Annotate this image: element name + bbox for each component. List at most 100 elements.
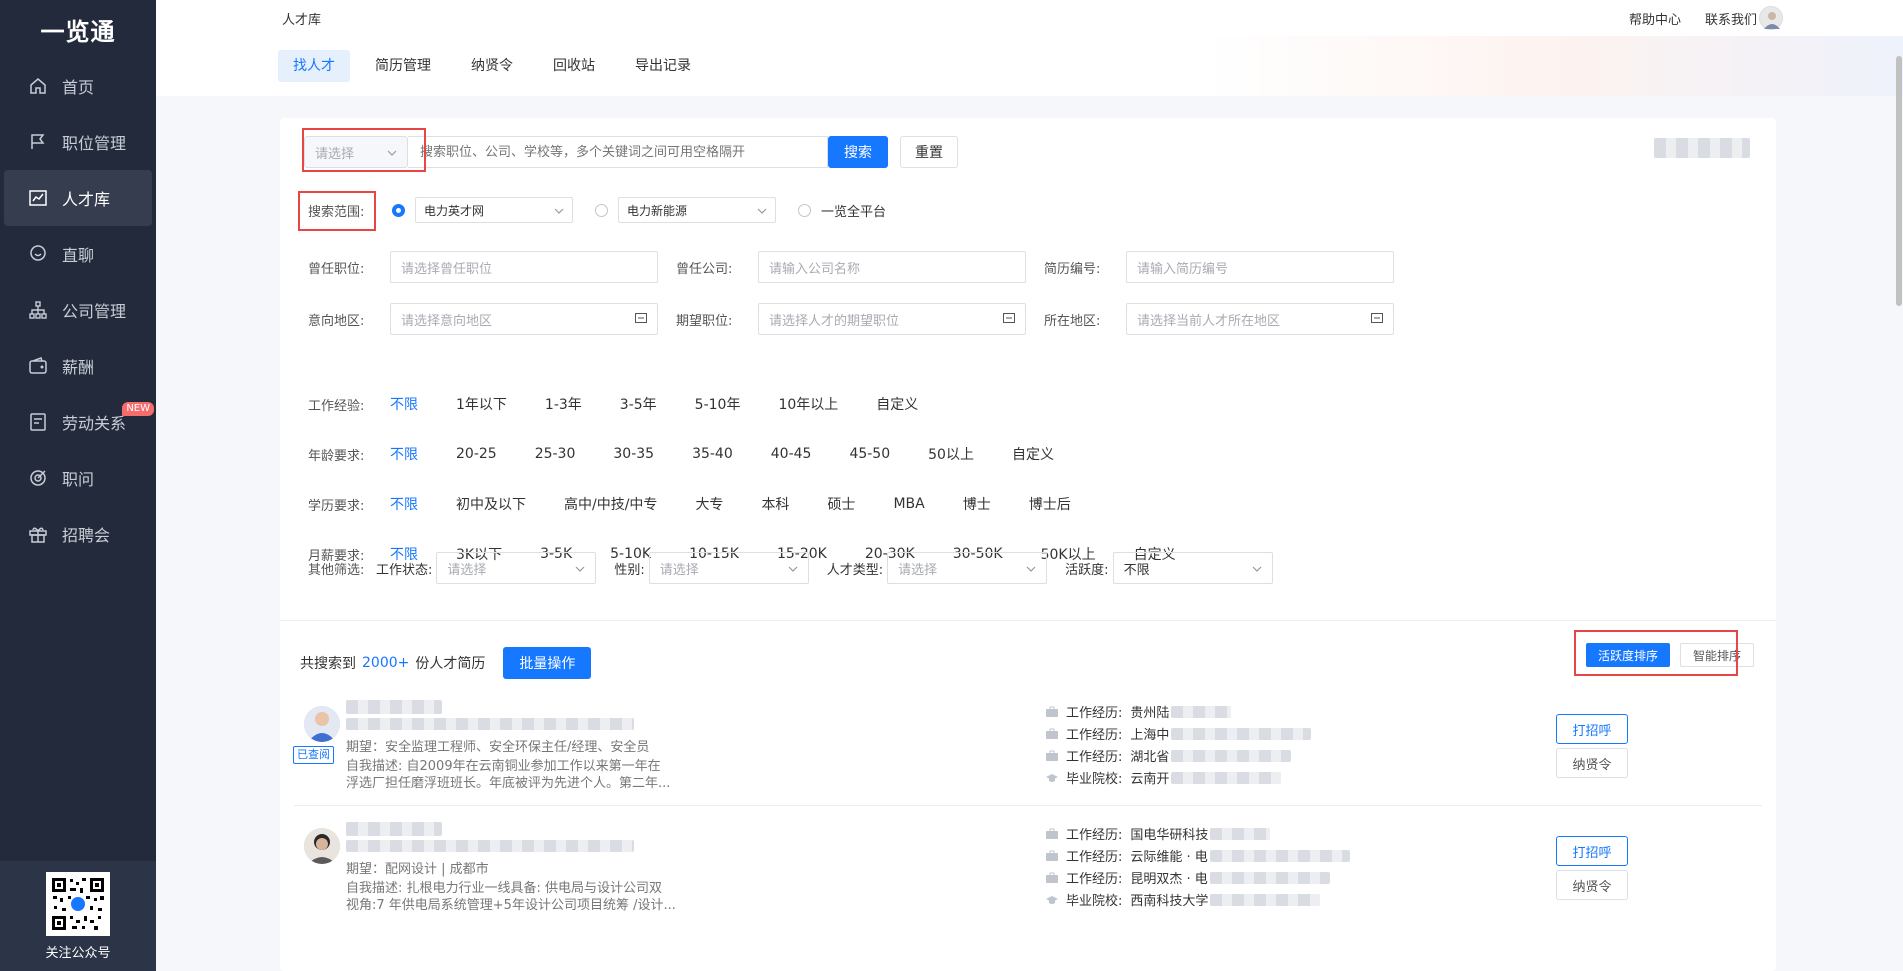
radio-dot[interactable] (392, 203, 405, 217)
page-scrollbar[interactable] (1895, 36, 1903, 971)
other-filter-select[interactable]: 请选择 (887, 552, 1048, 584)
tab-3[interactable]: 回收站 (538, 50, 610, 82)
sidebar-item-6[interactable]: 劳动关系 NEW (0, 394, 156, 450)
user-avatar[interactable] (1759, 6, 1783, 30)
filter-option[interactable]: 初中及以下 (456, 494, 526, 514)
help-center-link[interactable]: 帮助中心 (1629, 9, 1681, 28)
scope-site-select[interactable]: 电力英才网 (415, 197, 573, 223)
sidebar-item-1[interactable]: 职位管理 (0, 114, 156, 170)
blurred-detail (1210, 827, 1271, 840)
greet-button[interactable]: 打招呼 (1556, 836, 1628, 866)
field-placeholder: 请选择曾任职位 (401, 261, 493, 277)
invite-button[interactable]: 纳贤令 (1556, 870, 1628, 900)
candidate-avatar[interactable] (304, 706, 340, 742)
filter-option[interactable]: 25-30 (535, 446, 576, 462)
other-filter-select[interactable]: 不限 (1112, 552, 1273, 584)
page-title: 人才库 (282, 12, 322, 28)
viewed-badge: 已查阅 (293, 746, 334, 764)
filter-option[interactable]: 10年以上 (778, 394, 838, 414)
field-fields_row1-1: 曾任公司: 请输入公司名称 (676, 251, 1026, 283)
filter-option[interactable]: 50以上 (928, 444, 974, 464)
filter-option[interactable]: 自定义 (1012, 444, 1054, 464)
sidebar-item-5[interactable]: 薪酬 (0, 338, 156, 394)
filter-option[interactable]: 35-40 (692, 446, 733, 462)
filter-option[interactable]: 20-25 (456, 446, 497, 462)
chevron-down-icon (1026, 561, 1036, 576)
scope-site-select[interactable]: 电力新能源 (618, 197, 776, 223)
batch-operate-button[interactable]: 批量操作 (503, 647, 592, 679)
exp-key: 工作经历: (1066, 872, 1123, 887)
tab-2[interactable]: 纳贤令 (456, 50, 528, 82)
field-label: 曾任公司: (676, 261, 733, 277)
filter-option[interactable]: 3-5年 (620, 394, 657, 414)
filter-option[interactable]: 1-3年 (545, 394, 582, 414)
scope-radio-1[interactable]: 电力新能源 (595, 197, 776, 223)
results-count: 2000+ (362, 655, 410, 671)
wallet-icon (26, 354, 50, 378)
filter-option[interactable]: 不限 (390, 444, 418, 464)
exp-value: 云际维能 · 电 (1130, 850, 1208, 865)
scope-radio-0[interactable]: 电力英才网 (392, 197, 573, 223)
radio-dot[interactable] (595, 203, 608, 217)
field-input[interactable]: 请选择意向地区 (390, 303, 658, 335)
candidate-avatar[interactable] (304, 828, 340, 864)
other-filter-select[interactable]: 请选择 (648, 552, 809, 584)
blurred-detail (1171, 727, 1312, 740)
scope-radio-2[interactable]: 一览全平台 (798, 201, 886, 220)
field-input[interactable]: 请选择人才的期望职位 (758, 303, 1026, 335)
sidebar: 一览通 首页职位管理人才库 直聊 公司管理 薪酬 劳动关系 NEW 职问招聘会 (0, 0, 156, 971)
field-input[interactable]: 请输入公司名称 (758, 251, 1026, 283)
resume-card[interactable]: 期望：配网设计 | 成都市 自我描述: 扎根电力行业一线具备: 供电局与设计公司双… (294, 808, 1762, 940)
other-filters-row: 其他筛选: 工作状态: 请选择 性别: 请选择 人才类型: 请选择 活跃度: 不限 (308, 551, 1291, 585)
filter-option[interactable]: 30-35 (613, 446, 654, 462)
field-input[interactable]: 请选择当前人才所在地区 (1126, 303, 1394, 335)
tab-1[interactable]: 简历管理 (360, 50, 446, 82)
work-experience-line: 工作经历: 上海中 (1046, 724, 1312, 743)
contact-us-link[interactable]: 联系我们 (1705, 9, 1757, 28)
blurred-detail (1210, 893, 1321, 906)
keyword-search-input[interactable] (408, 136, 828, 168)
filter-option[interactable]: 大专 (695, 494, 723, 514)
exp-key: 工作经历: (1066, 706, 1123, 721)
filter-option[interactable]: 1年以下 (456, 394, 507, 414)
highlight-frame (302, 128, 426, 172)
filter-option[interactable]: MBA (893, 496, 924, 512)
other-filter-select[interactable]: 请选择 (436, 552, 597, 584)
filter-option[interactable]: 高中/中技/中专 (564, 494, 657, 514)
filter-option[interactable]: 自定义 (876, 394, 918, 414)
field-input[interactable]: 请输入简历编号 (1126, 251, 1394, 283)
brand-logo[interactable]: 一览通 (0, 0, 156, 58)
tab-4[interactable]: 导出记录 (620, 50, 706, 82)
sidebar-item-4[interactable]: 公司管理 (0, 282, 156, 338)
sidebar-item-2[interactable]: 人才库 (4, 170, 152, 226)
filter-option[interactable]: 博士后 (1029, 494, 1071, 514)
filter-option[interactable]: 45-50 (849, 446, 890, 462)
resume-card[interactable]: 已查阅 期望：安全监理工程师、安全环保主任/经理、安全员 自我描述: 自2009年在… (293, 686, 1762, 806)
field-input[interactable]: 请选择曾任职位 (390, 251, 658, 283)
sidebar-item-0[interactable]: 首页 (0, 58, 156, 114)
sidebar-item-8[interactable]: 招聘会 (0, 506, 156, 562)
filter-option[interactable]: 硕士 (827, 494, 855, 514)
filter-option[interactable]: 博士 (963, 494, 991, 514)
sidebar-nav: 首页职位管理人才库 直聊 公司管理 薪酬 劳动关系 NEW 职问招聘会 (0, 58, 156, 562)
search-button[interactable]: 搜索 (828, 136, 888, 168)
invite-button[interactable]: 纳贤令 (1556, 748, 1628, 778)
sidebar-item-label: 职位管理 (62, 134, 127, 153)
sidebar-item-label: 职问 (62, 470, 95, 489)
tab-0[interactable]: 找人才 (278, 50, 350, 82)
scroll-thumb[interactable] (1896, 56, 1902, 306)
reset-button[interactable]: 重置 (900, 136, 958, 168)
filter-option[interactable]: 本科 (761, 494, 789, 514)
sidebar-item-7[interactable]: 职问 (0, 450, 156, 506)
filter-option[interactable]: 40-45 (771, 446, 812, 462)
filter-option[interactable]: 不限 (390, 494, 418, 514)
briefcase-icon (1046, 828, 1058, 840)
filter-option[interactable]: 5-10年 (695, 394, 741, 414)
scope-site-value: 电力英才网 (424, 203, 485, 218)
sidebar-item-3[interactable]: 直聊 (0, 226, 156, 282)
filter-option[interactable]: 不限 (390, 394, 418, 414)
other-filter-2: 人才类型: 请选择 (827, 552, 1048, 584)
exp-value: 贵州陆 (1130, 706, 1170, 721)
radio-dot[interactable] (798, 203, 811, 217)
greet-button[interactable]: 打招呼 (1556, 714, 1628, 744)
